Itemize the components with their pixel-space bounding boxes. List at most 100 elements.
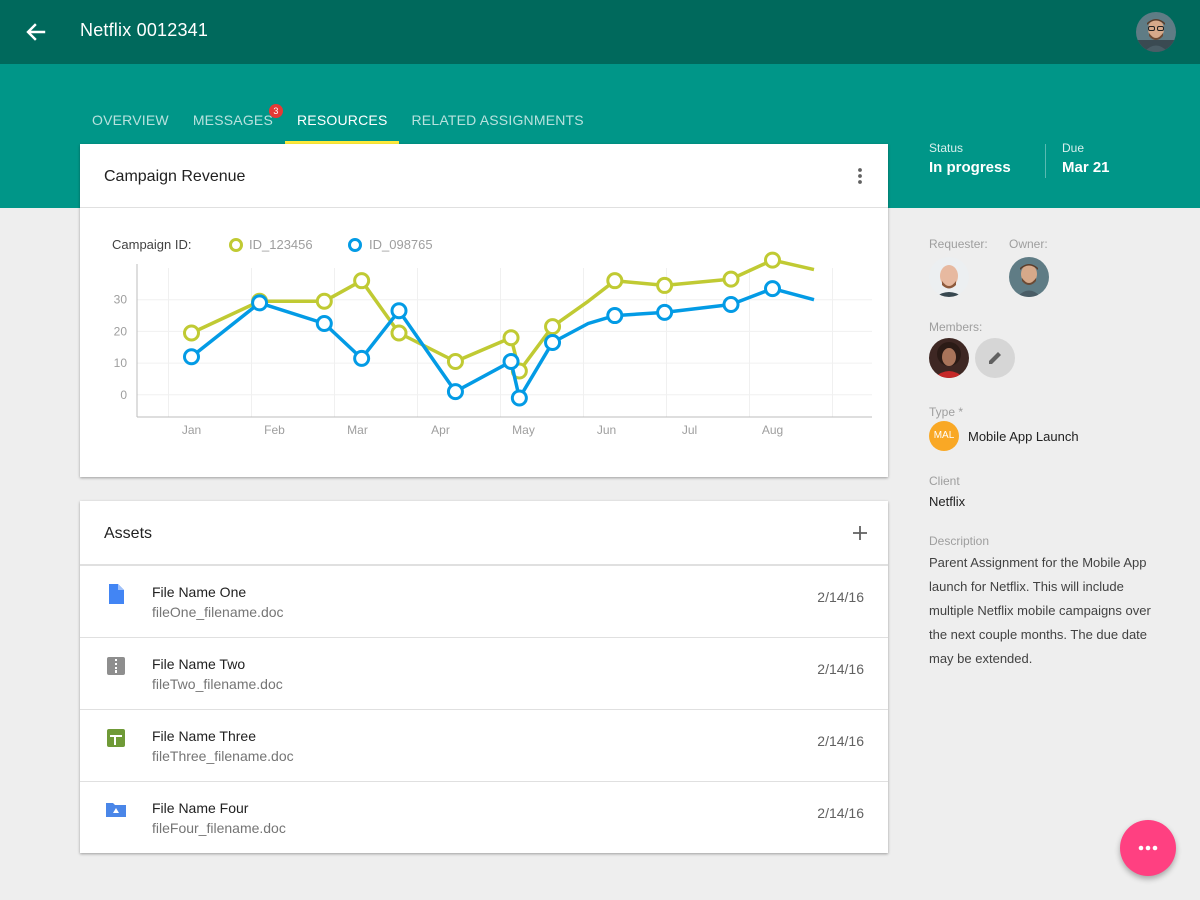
series-2-point [390, 302, 408, 320]
client-value: Netflix [929, 494, 966, 509]
series-1-point [502, 329, 520, 347]
more-actions-fab[interactable] [1120, 820, 1176, 876]
series-2-point [606, 307, 624, 325]
requester-avatar[interactable] [929, 257, 969, 297]
series-1-point [390, 324, 408, 342]
campaign-revenue-card: Campaign Revenue Campaign ID: ID_123456 … [80, 144, 888, 477]
tab-overview[interactable]: OVERVIEW [80, 96, 181, 144]
series-2-point [353, 349, 371, 367]
asset-filename: fileOne_filename.doc [152, 604, 284, 620]
x-tick-label: Jan [182, 423, 201, 437]
edit-icon [989, 352, 1001, 364]
card-title: Assets [104, 525, 153, 542]
tab-bar: OVERVIEW MESSAGES 3 RESOURCES RELATED ASS… [80, 96, 596, 144]
description-line: the next couple months. The due date [929, 627, 1148, 642]
x-tick-label: Feb [264, 423, 285, 437]
sheet-icon [106, 728, 126, 748]
description-line: multiple Netflix mobile campaigns over [929, 603, 1151, 618]
due-block: Due Mar 21 [1062, 141, 1110, 176]
series-line-2 [190, 286, 815, 400]
asset-name: File Name Two [152, 656, 246, 672]
doc-icon [106, 584, 126, 604]
client-label: Client [929, 474, 960, 488]
series-2-point [544, 334, 562, 351]
owner-label: Owner: [1009, 237, 1048, 251]
list-item[interactable]: File Name Two fileTwo_filename.doc 2/14/… [80, 637, 888, 709]
tab-label: OVERVIEW [92, 112, 169, 128]
edit-members-button[interactable] [975, 338, 1015, 378]
series-2-point [764, 280, 781, 298]
status-label: Status [929, 141, 964, 155]
description-line: Parent Assignment for the Mobile App [929, 555, 1147, 570]
list-item[interactable]: File Name One fileOne_filename.doc 2/14/… [80, 565, 888, 637]
series-2-point [502, 353, 520, 371]
tab-related-assignments[interactable]: RELATED ASSIGNMENTS [399, 96, 595, 144]
asset-date: 2/14/16 [817, 661, 864, 677]
series-2-point [251, 294, 269, 312]
members-label: Members: [929, 320, 983, 334]
asset-filename: fileFour_filename.doc [152, 820, 286, 836]
x-tick-label: Jul [682, 423, 697, 437]
asset-date: 2/14/16 [817, 733, 864, 749]
asset-date: 2/14/16 [817, 805, 864, 821]
page-title: Netflix 0012341 [80, 20, 209, 40]
asset-date: 2/14/16 [817, 589, 864, 605]
series-1-point [656, 276, 674, 294]
y-tick-label: 20 [114, 324, 128, 338]
y-tick-label: 0 [120, 388, 127, 402]
tab-resources[interactable]: RESOURCES [285, 96, 400, 144]
description-line: launch for Netflix. This will include [929, 579, 1124, 594]
series-2-point [446, 383, 464, 401]
series-1-point [722, 270, 740, 288]
list-item[interactable]: File Name Three fileThree_filename.doc 2… [80, 709, 888, 781]
list-item[interactable]: File Name Four fileFour_filename.doc 2/1… [80, 781, 888, 853]
type-chip: MAL [929, 421, 959, 451]
x-tick-label: Jun [597, 423, 616, 437]
x-tick-label: May [512, 423, 535, 437]
due-value: Mar 21 [1062, 159, 1110, 176]
status-block: Status In progress [929, 141, 1011, 176]
card-header: Assets [80, 501, 888, 565]
tab-label: MESSAGES [192, 112, 273, 128]
description-text: Parent Assignment for the Mobile App lau… [929, 551, 1161, 671]
series-2-point [183, 348, 200, 366]
owner-avatar[interactable] [1009, 257, 1049, 297]
series-1-point [606, 272, 624, 290]
series-1-point [764, 251, 781, 269]
series-line-1 [190, 258, 815, 373]
asset-name: File Name One [152, 584, 247, 600]
series-1-point [446, 353, 464, 371]
drive-folder-icon [106, 800, 126, 820]
series-2-point [722, 295, 740, 313]
type-label: Type * [929, 405, 964, 419]
line-chart: 30 20 10 0 Jan Feb Mar Apr May Jun Jul Aug [114, 251, 872, 437]
user-avatar[interactable] [1136, 12, 1176, 52]
type-value: Mobile App Launch [968, 429, 1079, 444]
x-tick-label: Aug [762, 423, 783, 437]
series-2-point [656, 303, 674, 321]
x-tick-label: Apr [431, 423, 450, 437]
tab-label: RELATED ASSIGNMENTS [411, 112, 584, 128]
asset-filename: fileTwo_filename.doc [152, 676, 283, 692]
x-tick-label: Mar [347, 423, 368, 437]
asset-filename: fileThree_filename.doc [152, 748, 294, 764]
asset-name: File Name Four [152, 800, 249, 816]
description-line: may be extended. [929, 651, 1033, 666]
series-2-point [510, 389, 528, 407]
tab-messages[interactable]: MESSAGES 3 [181, 96, 285, 144]
asset-name: File Name Three [152, 728, 257, 744]
requester-label: Requester: [929, 237, 988, 251]
series-1-point [315, 292, 333, 310]
tab-label: RESOURCES [297, 112, 388, 128]
series-2-point [315, 314, 333, 332]
y-tick-label: 10 [114, 356, 128, 370]
assets-card: Assets File Name One fileOne_filename.do… [80, 501, 888, 853]
message-count-badge: 3 [269, 104, 283, 118]
due-label: Due [1062, 141, 1085, 155]
zip-icon [106, 656, 126, 676]
member-avatar[interactable] [929, 338, 969, 378]
app-bar: Netflix 0012341 [0, 0, 1200, 64]
arrow-back-icon[interactable] [20, 16, 52, 48]
add-icon[interactable] [848, 521, 872, 545]
status-value: In progress [929, 159, 1011, 176]
